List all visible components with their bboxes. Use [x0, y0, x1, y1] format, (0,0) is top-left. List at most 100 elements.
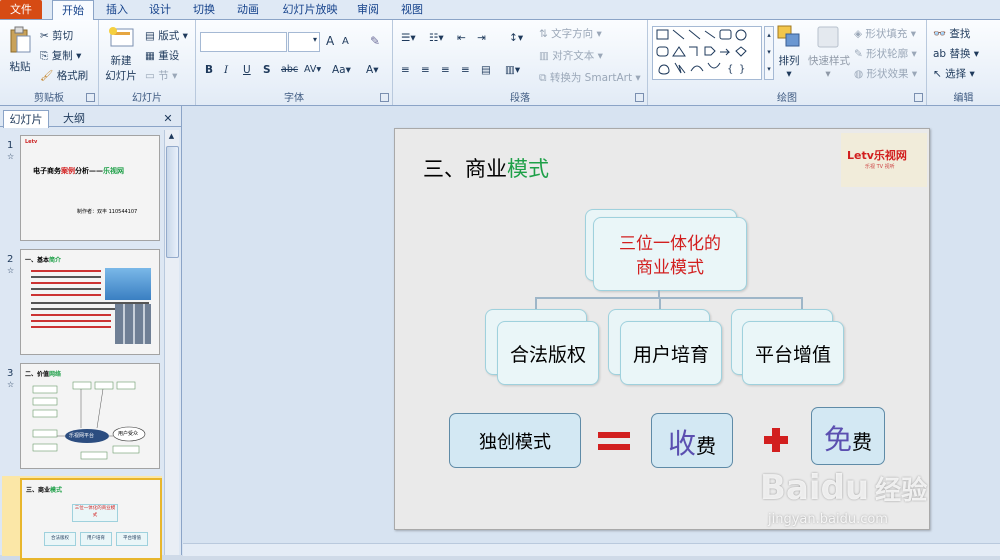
format-painter-button[interactable]: 🖌 格式刷 — [40, 68, 88, 83]
node-legal-copyright[interactable]: 合法版权 — [497, 321, 599, 385]
italic-button[interactable]: I — [224, 64, 228, 76]
clear-format-icon[interactable]: ✎ — [370, 34, 380, 48]
section-button[interactable]: ▭ 节 ▾ — [145, 68, 177, 83]
outline-icon: ✎ — [854, 48, 863, 60]
tab-insert[interactable]: 插入 — [100, 0, 134, 19]
tab-design[interactable]: 设计 — [143, 0, 177, 19]
tab-file[interactable]: 文件 — [0, 0, 42, 19]
smartart-icon: ⧉ — [539, 72, 547, 84]
bullets-button[interactable]: ☰▾ — [401, 32, 416, 44]
font-name-input[interactable] — [200, 32, 287, 52]
charge-text: 收费 — [667, 427, 716, 460]
shape-effects-button[interactable]: ◍ 形状效果 ▾ — [854, 66, 917, 81]
thumb-node: 用户培育 — [80, 532, 112, 546]
tab-transitions[interactable]: 切换 — [187, 0, 221, 19]
cut-button[interactable]: ✂ 剪切 — [40, 28, 73, 43]
shrink-font-button[interactable]: A — [342, 36, 349, 47]
replace-button[interactable]: ab 替换 ▾ — [933, 46, 979, 61]
bold-button[interactable]: B — [205, 64, 213, 76]
star-icon: ☆ — [7, 266, 15, 275]
slide-title[interactable]: 三、商业模式 — [423, 153, 549, 183]
bullets-icon: ☰ — [401, 32, 411, 44]
top-node[interactable]: 三位一体化的 商业模式 — [593, 217, 747, 291]
brush-icon: 🖌 — [40, 70, 54, 82]
logo-mini: Letv — [25, 139, 38, 145]
reset-button[interactable]: ▦ 重设 — [145, 48, 179, 63]
font-size-input[interactable]: ▾ — [288, 32, 320, 52]
cursor-icon: ↖ — [933, 68, 942, 80]
tab-view[interactable]: 视图 — [395, 0, 429, 19]
unique-model-text: 独创模式 — [479, 432, 551, 453]
char-spacing-button[interactable]: AV▾ — [304, 64, 321, 75]
align-left-button[interactable]: ≡ — [401, 64, 410, 76]
shapes-gallery[interactable]: {} — [652, 26, 762, 80]
node-platform-value[interactable]: 平台增值 — [742, 321, 844, 385]
tab-slides-panel[interactable]: 幻灯片 — [3, 110, 49, 128]
underline-button[interactable]: U — [243, 64, 251, 76]
find-button[interactable]: 👓 查找 — [933, 26, 970, 41]
grow-font-button[interactable]: A — [326, 34, 334, 48]
shape-outline-button[interactable]: ✎ 形状轮廓 ▾ — [854, 46, 917, 61]
strikethrough-button[interactable]: abc — [281, 64, 298, 75]
tab-home[interactable]: 开始 — [52, 0, 94, 20]
arrange-button[interactable]: 排列 ▾ — [774, 24, 804, 80]
tab-outline-panel[interactable]: 大纲 — [52, 110, 96, 127]
slide-thumbnail-3[interactable]: 二、价值网络 乐视网平台 用户受众 — [20, 363, 160, 469]
scrollbar-thumb[interactable] — [166, 146, 179, 258]
thumb-node: 合法版权 — [44, 532, 76, 546]
tab-slideshow[interactable]: 幻灯片放映 — [279, 0, 341, 19]
font-group: ▾ A A ✎ B I U S abc AV▾ Aa▾ A▾ 字体 — [196, 20, 393, 105]
close-panel-icon[interactable]: ✕ — [160, 110, 176, 127]
node-user-cultivation[interactable]: 用户培育 — [620, 321, 722, 385]
distribute-button[interactable]: ▤ — [481, 64, 491, 76]
clipboard-dialog-launcher[interactable] — [86, 93, 95, 102]
new-slide-button[interactable]: 新建 幻灯片 — [103, 26, 139, 83]
copy-button[interactable]: ⎘ 复制 ▾ — [40, 48, 81, 63]
thumb-diagram — [32, 381, 146, 460]
paragraph-dialog-launcher[interactable] — [635, 93, 644, 102]
line-spacing-button[interactable]: ↕▾ — [509, 32, 523, 44]
text-direction-button[interactable]: ⇅ 文字方向 ▾ — [539, 26, 602, 41]
increase-indent-button[interactable]: ⇥ — [477, 32, 486, 44]
align-center-button[interactable]: ≡ — [421, 64, 430, 76]
star-icon: ☆ — [7, 152, 15, 161]
reset-icon: ▦ — [145, 50, 155, 62]
charge-box[interactable]: 收费 — [651, 413, 733, 468]
text-direction-icon: ⇅ — [539, 28, 548, 40]
svg-text:{: { — [727, 64, 733, 75]
select-button[interactable]: ↖ 选择 ▾ — [933, 66, 975, 81]
paragraph-group: ☰▾ ☷▾ ⇤ ⇥ ↕▾ ⇅ 文字方向 ▾ ▥ 对齐文本 ▾ ⧉ 转换为 Sma… — [393, 20, 648, 105]
shape-fill-button[interactable]: ◈ 形状填充 ▾ — [854, 26, 916, 41]
fill-icon: ◈ — [854, 28, 863, 40]
thumb-top-node: 三位一体化的商业模式 — [72, 504, 118, 522]
justify-button[interactable]: ≡ — [461, 64, 470, 76]
font-color-button[interactable]: A▾ — [366, 64, 378, 76]
align-text-button[interactable]: ▥ 对齐文本 ▾ — [539, 48, 603, 63]
free-box[interactable]: 免费 — [811, 407, 885, 465]
drawing-group: {} ▴ ▾ ▾ 排列 ▾ 快速样式 ▾ ◈ 形状填充 ▾ ✎ 形状轮廓 ▾ ◍ 形状效… — [648, 20, 927, 105]
shadow-text-button[interactable]: S — [263, 64, 271, 76]
unique-model-box[interactable]: 独创模式 — [449, 413, 581, 468]
tab-review[interactable]: 审阅 — [351, 0, 385, 19]
decrease-indent-button[interactable]: ⇤ — [457, 32, 466, 44]
align-right-button[interactable]: ≡ — [441, 64, 450, 76]
layout-button[interactable]: ▤ 版式 ▾ — [145, 28, 188, 43]
slide-thumbnail-2[interactable]: 一、基本简介 — [20, 249, 160, 355]
quick-styles-button[interactable]: 快速样式 ▾ — [808, 24, 850, 80]
top-node-text: 三位一体化的 商业模式 — [619, 234, 721, 278]
slide-thumbnail-4[interactable]: 三、商业模式 三位一体化的商业模式 合法版权 用户培育 平台增值 — [20, 478, 162, 560]
drawing-dialog-launcher[interactable] — [914, 93, 923, 102]
thumb-title: 一、基本简介 — [25, 257, 62, 264]
columns-button[interactable]: ▥▾ — [505, 64, 520, 76]
svg-text:}: } — [739, 64, 745, 75]
tab-animations[interactable]: 动画 — [231, 0, 265, 19]
convert-smartart-button[interactable]: ⧉ 转换为 SmartArt ▾ — [539, 70, 641, 85]
slides-panel-scrollbar[interactable]: ▲ — [164, 130, 179, 555]
paste-button[interactable]: 粘贴 — [6, 26, 34, 74]
shapes-gallery-scroll[interactable]: ▴ ▾ ▾ — [764, 26, 774, 80]
scissors-icon: ✂ — [40, 30, 49, 42]
font-dialog-launcher[interactable] — [380, 93, 389, 102]
slide-thumbnail-1[interactable]: Letv 电子商务案例分析——乐视网 制作者：双丰 110544107 — [20, 135, 160, 241]
change-case-button[interactable]: Aa▾ — [332, 64, 351, 76]
numbering-button[interactable]: ☷▾ — [429, 32, 444, 44]
